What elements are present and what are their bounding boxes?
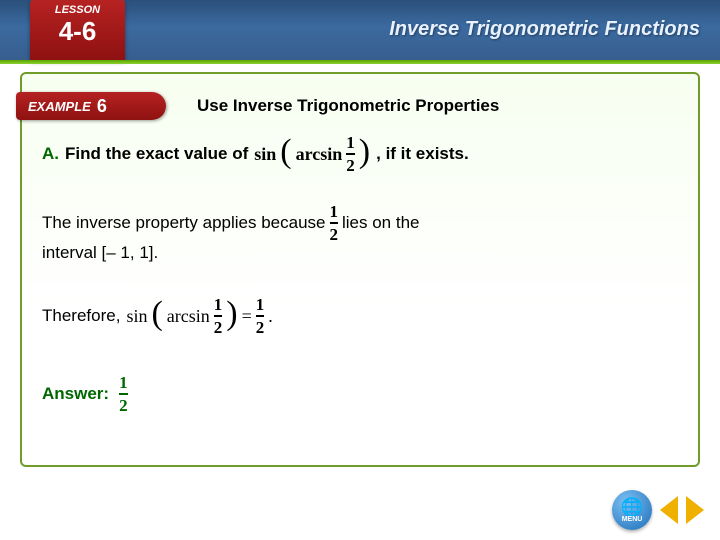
fraction-half-4: 1 2	[256, 296, 265, 336]
frac-num: 1	[346, 134, 355, 151]
answer-label: Answer:	[42, 384, 109, 404]
therefore-line: Therefore, sin ( arcsin 1 2 ) = 1	[42, 296, 678, 336]
arcsin-text: arcsin	[296, 144, 343, 165]
frac-num: 1	[256, 296, 265, 313]
explain-before: The inverse property applies because	[42, 213, 326, 233]
fraction-half-2: 1 2	[330, 203, 339, 243]
example-number: 6	[97, 96, 107, 117]
topbar: LESSON 4-6 Inverse Trigonometric Functio…	[0, 0, 720, 60]
explain-line1: The inverse property applies because 1 2…	[42, 203, 678, 243]
prev-button[interactable]	[660, 496, 678, 524]
answer-line: Answer: 1 2	[42, 374, 678, 414]
nav-footer: 🌐 MENU	[612, 490, 704, 530]
globe-icon: 🌐	[621, 498, 643, 516]
topic-title: Inverse Trigonometric Functions	[389, 18, 700, 41]
example-label: EXAMPLE	[28, 99, 91, 114]
lesson-tab: LESSON 4-6	[30, 0, 125, 60]
period: .	[268, 306, 273, 327]
fraction-half: 1 2	[346, 134, 355, 174]
frac-bar	[346, 153, 355, 155]
part-a-label: A.	[42, 144, 59, 164]
frac-bar	[330, 222, 339, 224]
slide: LESSON 4-6 Inverse Trigonometric Functio…	[0, 0, 720, 540]
content-body: A. Find the exact value of sin ( arcsin …	[42, 134, 678, 414]
frac-num: 1	[330, 203, 339, 220]
menu-button[interactable]: 🌐 MENU	[612, 490, 652, 530]
expr-equation: sin ( arcsin 1 2 ) = 1 2 .	[126, 296, 272, 336]
prompt-line: A. Find the exact value of sin ( arcsin …	[42, 134, 678, 174]
fraction-half-3: 1 2	[214, 296, 223, 336]
menu-label: MENU	[622, 516, 643, 523]
main-panel: EXAMPLE 6 Use Inverse Trigonometric Prop…	[20, 72, 700, 467]
example-ribbon: EXAMPLE 6	[16, 92, 166, 120]
frac-bar	[214, 315, 223, 317]
explain-line2: interval [– 1, 1].	[42, 243, 678, 263]
prompt-before: Find the exact value of	[65, 144, 248, 164]
frac-den: 2	[330, 226, 339, 243]
explain-after1: lies on the	[342, 213, 420, 233]
sin-text: sin	[254, 144, 276, 165]
frac-bar	[119, 393, 128, 395]
frac-num: 1	[214, 296, 223, 313]
sin-text: sin	[126, 306, 147, 327]
arcsin-text: arcsin	[167, 306, 210, 327]
lesson-label: LESSON	[30, 0, 125, 16]
frac-bar	[256, 315, 265, 317]
next-button[interactable]	[686, 496, 704, 524]
frac-den: 2	[214, 319, 223, 336]
ans-den: 2	[119, 397, 128, 414]
ans-num: 1	[119, 374, 128, 391]
expr-sin-arcsin-half: sin ( arcsin 1 2 )	[254, 134, 370, 174]
therefore-label: Therefore,	[42, 306, 120, 326]
frac-den: 2	[256, 319, 265, 336]
lesson-number: 4-6	[30, 16, 125, 47]
prompt-after: , if it exists.	[376, 144, 469, 164]
frac-den: 2	[346, 157, 355, 174]
answer-fraction: 1 2	[119, 374, 128, 414]
equals: =	[242, 306, 252, 327]
example-title: Use Inverse Trigonometric Properties	[197, 96, 499, 116]
